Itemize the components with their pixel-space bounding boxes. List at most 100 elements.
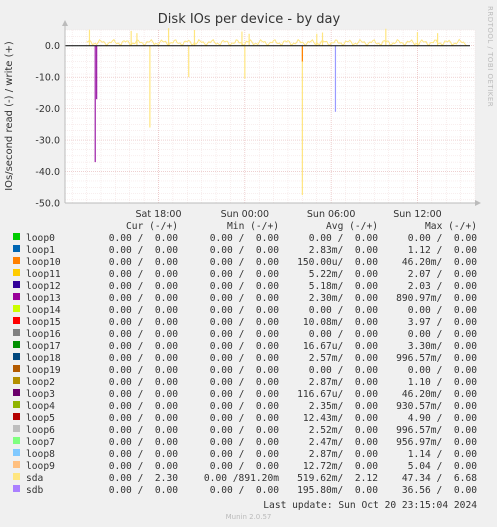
legend-swatch bbox=[13, 329, 20, 336]
legend-device-name: loop5 bbox=[26, 413, 55, 424]
legend-max-value: 3.97 / 0.00 bbox=[407, 317, 477, 328]
legend-max-value: 46.20m/ 0.00 bbox=[401, 389, 477, 400]
legend-min-value: 0.00 / 0.00 bbox=[209, 485, 279, 496]
legend-cur-value: 0.00 / 0.00 bbox=[108, 485, 178, 496]
legend-swatch bbox=[13, 389, 20, 396]
header-min: Min (-/+) bbox=[227, 221, 279, 232]
legend-max-value: 47.34 / 6.68 bbox=[401, 473, 477, 484]
legend-row-loop7: loop7 0.00 / 0.00 0.00 / 0.00 2.47m/ 0.00 95… bbox=[0, 437, 497, 449]
legend-device-name: loop9 bbox=[26, 461, 55, 472]
legend-min-value: 0.00 / 0.00 bbox=[209, 461, 279, 472]
legend-cur-value: 0.00 / 0.00 bbox=[108, 293, 178, 304]
legend-row-loop9: loop9 0.00 / 0.00 0.00 / 0.00 12.72m/ 0.00 5… bbox=[0, 461, 497, 473]
legend-avg-value: 2.87m/ 0.00 bbox=[308, 377, 378, 388]
y-axis-arrow bbox=[62, 20, 68, 26]
legend-row-loop1: loop1 0.00 / 0.00 0.00 / 0.00 2.83m/ 0.00 1.… bbox=[0, 245, 497, 257]
legend-max-value: 46.20m/ 0.00 bbox=[401, 257, 477, 268]
legend-avg-value: 2.57m/ 0.00 bbox=[308, 353, 378, 364]
legend-swatch bbox=[13, 485, 20, 492]
legend-row-loop14: loop14 0.00 / 0.00 0.00 / 0.00 0.00 / 0.00 0… bbox=[0, 305, 497, 317]
legend-cur-value: 0.00 / 0.00 bbox=[108, 401, 178, 412]
legend-min-value: 0.00 / 0.00 bbox=[209, 413, 279, 424]
legend-device-name: loop11 bbox=[26, 269, 61, 280]
legend-min-value: 0.00 / 0.00 bbox=[209, 329, 279, 340]
legend-device-name: loop15 bbox=[26, 317, 61, 328]
legend-row-loop18: loop18 0.00 / 0.00 0.00 / 0.00 2.57m/ 0.00 9… bbox=[0, 353, 497, 365]
legend-swatch bbox=[13, 377, 20, 384]
legend-device-name: loop8 bbox=[26, 449, 55, 460]
legend-row-sdb: sdb 0.00 / 0.00 0.00 / 0.00 195.80m/ 0.00 36… bbox=[0, 485, 497, 497]
header-max: Max (-/+) bbox=[425, 221, 477, 232]
legend-device-name: loop12 bbox=[26, 281, 61, 292]
legend-avg-value: 10.08m/ 0.00 bbox=[302, 317, 378, 328]
x-tick-label: Sun 00:00 bbox=[221, 209, 269, 220]
legend-cur-value: 0.00 / 2.30 bbox=[108, 473, 178, 484]
legend-cur-value: 0.00 / 0.00 bbox=[108, 329, 178, 340]
legend-row-loop19: loop19 0.00 / 0.00 0.00 / 0.00 0.00 / 0.00 0… bbox=[0, 365, 497, 377]
legend-device-name: loop6 bbox=[26, 425, 55, 436]
legend-cur-value: 0.00 / 0.00 bbox=[108, 269, 178, 280]
legend-swatch bbox=[13, 281, 20, 288]
legend-max-value: 0.00 / 0.00 bbox=[407, 329, 477, 340]
legend-device-name: loop2 bbox=[26, 377, 55, 388]
legend-cur-value: 0.00 / 0.00 bbox=[108, 425, 178, 436]
legend-min-value: 0.00 / 0.00 bbox=[209, 437, 279, 448]
legend-min-value: 0.00 / 0.00 bbox=[209, 269, 279, 280]
legend-avg-value: 5.18m/ 0.00 bbox=[308, 281, 378, 292]
legend-device-name: loop10 bbox=[26, 257, 61, 268]
legend-row-loop16: loop16 0.00 / 0.00 0.00 / 0.00 0.00 / 0.00 0… bbox=[0, 329, 497, 341]
legend-min-value: 0.00 /891.20m bbox=[203, 473, 279, 484]
legend-avg-value: 195.80m/ 0.00 bbox=[297, 485, 378, 496]
legend-avg-value: 5.22m/ 0.00 bbox=[308, 269, 378, 280]
legend-avg-value: 0.00 / 0.00 bbox=[308, 305, 378, 316]
legend-cur-value: 0.00 / 0.00 bbox=[108, 437, 178, 448]
legend-min-value: 0.00 / 0.00 bbox=[209, 353, 279, 364]
legend-cur-value: 0.00 / 0.00 bbox=[108, 353, 178, 364]
legend-min-value: 0.00 / 0.00 bbox=[209, 317, 279, 328]
legend-min-value: 0.00 / 0.00 bbox=[209, 281, 279, 292]
legend-swatch bbox=[13, 413, 20, 420]
legend-min-value: 0.00 / 0.00 bbox=[209, 293, 279, 304]
legend-swatch bbox=[13, 401, 20, 408]
legend-cur-value: 0.00 / 0.00 bbox=[108, 245, 178, 256]
legend-cur-value: 0.00 / 0.00 bbox=[108, 341, 178, 352]
legend-swatch bbox=[13, 353, 20, 360]
legend-rows: loop0 0.00 / 0.00 0.00 / 0.00 0.00 / 0.00 0.… bbox=[0, 233, 497, 497]
legend-avg-value: 519.62m/ 2.12 bbox=[297, 473, 378, 484]
legend-max-value: 1.14 / 0.00 bbox=[407, 449, 477, 460]
legend-swatch bbox=[13, 317, 20, 324]
legend-avg-value: 2.87m/ 0.00 bbox=[308, 449, 378, 460]
legend-cur-value: 0.00 / 0.00 bbox=[108, 365, 178, 376]
legend-avg-value: 2.47m/ 0.00 bbox=[308, 437, 378, 448]
legend-min-value: 0.00 / 0.00 bbox=[209, 389, 279, 400]
legend-swatch bbox=[13, 233, 20, 240]
chart: 0.0 -10.0 -20.0 -30.0 -40.0 -50.0 Sat 18:00 Sun… bbox=[4, 12, 481, 220]
legend-cur-value: 0.00 / 0.00 bbox=[108, 257, 178, 268]
legend-max-value: 2.07 / 0.00 bbox=[407, 269, 477, 280]
legend-row-loop2: loop2 0.00 / 0.00 0.00 / 0.00 2.87m/ 0.00 1.… bbox=[0, 377, 497, 389]
legend-min-value: 0.00 / 0.00 bbox=[209, 365, 279, 376]
legend-min-value: 0.00 / 0.00 bbox=[209, 377, 279, 388]
legend-device-name: loop14 bbox=[26, 305, 61, 316]
legend-device-name: loop0 bbox=[26, 233, 55, 244]
legend-row-loop6: loop6 0.00 / 0.00 0.00 / 0.00 2.52m/ 0.00 99… bbox=[0, 425, 497, 437]
x-tick-label: Sun 06:00 bbox=[307, 209, 355, 220]
legend-max-value: 930.57m/ 0.00 bbox=[396, 401, 477, 412]
legend-max-value: 0.00 / 0.00 bbox=[407, 233, 477, 244]
legend-min-value: 0.00 / 0.00 bbox=[209, 257, 279, 268]
chart-title: Disk IOs per device - by day bbox=[158, 12, 341, 27]
legend-row-loop12: loop12 0.00 / 0.00 0.00 / 0.00 5.18m/ 0.00 2… bbox=[0, 281, 497, 293]
legend-device-name: sdb bbox=[26, 485, 44, 496]
legend-min-value: 0.00 / 0.00 bbox=[209, 425, 279, 436]
legend-swatch bbox=[13, 437, 20, 444]
legend-max-value: 5.04 / 0.00 bbox=[407, 461, 477, 472]
legend-max-value: 36.56 / 0.00 bbox=[401, 485, 477, 496]
header-cur: Cur (-/+) bbox=[126, 221, 178, 232]
legend-max-value: 1.10 / 0.00 bbox=[407, 377, 477, 388]
legend-cur-value: 0.00 / 0.00 bbox=[108, 317, 178, 328]
legend-avg-value: 116.67u/ 0.00 bbox=[297, 389, 378, 400]
legend-table: Cur (-/+) Min (-/+) Avg (-/+) Max (-/+) … bbox=[0, 221, 497, 497]
legend-row-loop13: loop13 0.00 / 0.00 0.00 / 0.00 2.30m/ 0.00 8… bbox=[0, 293, 497, 305]
legend-avg-value: 150.00u/ 0.00 bbox=[297, 257, 378, 268]
legend-row-loop8: loop8 0.00 / 0.00 0.00 / 0.00 2.87m/ 0.00 1.… bbox=[0, 449, 497, 461]
